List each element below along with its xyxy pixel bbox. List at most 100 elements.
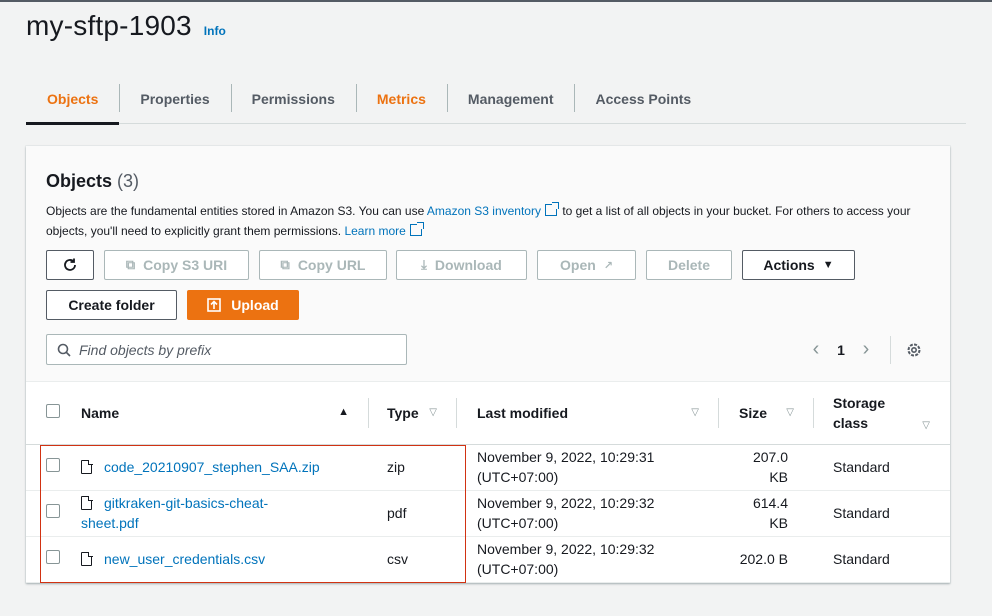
tab-management[interactable]: Management	[446, 74, 575, 124]
storage-class-cell: Standard	[814, 444, 950, 491]
actions-label: Actions	[763, 257, 815, 273]
tab-objects[interactable]: Objects	[26, 74, 120, 125]
copy-url-button[interactable]: ⧉ Copy URL	[259, 250, 387, 280]
row-select-cell	[26, 490, 81, 537]
file-name-link[interactable]: code_20210907_stephen_SAA.zip	[104, 459, 320, 475]
copy-icon: ⧉	[125, 257, 136, 272]
column-size-label: Size	[739, 404, 768, 421]
modified-tz: (UTC+07:00)	[477, 515, 559, 531]
tab-permissions[interactable]: Permissions	[230, 74, 356, 124]
modified-date: November 9, 2022, 10:29:32	[477, 495, 655, 511]
column-type-label: Type	[387, 404, 419, 421]
tab-bar: Objects Properties Permissions Metrics M…	[26, 74, 966, 125]
size-value: 207.0	[752, 449, 788, 465]
modified-cell: November 9, 2022, 10:29:32 (UTC+07:00)	[457, 536, 719, 583]
size-unit: KB	[769, 515, 788, 531]
size-cell: 614.4 KB	[719, 490, 814, 537]
download-icon: ⤓	[421, 257, 427, 272]
description-text-1: Objects are the fundamental entities sto…	[46, 204, 427, 218]
file-name-link-wrap[interactable]: sheet.pdf	[81, 515, 139, 531]
row-checkbox[interactable]	[46, 458, 60, 472]
caret-down-icon: ▼	[822, 259, 834, 271]
search-box[interactable]	[46, 334, 407, 365]
name-cell: code_20210907_stephen_SAA.zip	[81, 444, 369, 491]
next-page-icon[interactable]: ›	[856, 338, 876, 361]
objects-description: Objects are the fundamental entities sto…	[46, 201, 916, 241]
external-link-icon	[409, 222, 424, 236]
modified-tz: (UTC+07:00)	[477, 469, 559, 485]
table-row[interactable]: new_user_credentials.csv csv November 9,…	[26, 536, 950, 583]
tab-metrics[interactable]: Metrics	[355, 74, 447, 124]
tab-properties[interactable]: Properties	[119, 74, 230, 124]
objects-heading-text: Objects	[46, 171, 113, 191]
refresh-button[interactable]	[46, 250, 94, 280]
page-title: my-sftp-1903	[26, 10, 192, 41]
download-button[interactable]: ⤓ Download	[396, 250, 527, 280]
select-all-cell	[26, 382, 81, 445]
info-link[interactable]: Info	[204, 24, 226, 38]
size-cell: 207.0 KB	[719, 444, 814, 491]
column-storage-class-label-1: Storage	[833, 394, 886, 411]
objects-table: Name ▲ Type ▽ Last modified ▽ Size ▽ Sto…	[26, 382, 950, 583]
open-button[interactable]: Open ↗	[537, 250, 636, 280]
current-page[interactable]: 1	[826, 342, 856, 358]
column-type[interactable]: Type ▽	[369, 382, 457, 445]
file-icon	[81, 459, 93, 474]
objects-count: (3)	[117, 171, 140, 191]
size-cell: 202.0 B	[719, 536, 814, 583]
file-name-link[interactable]: gitkraken-git-basics-cheat-	[104, 495, 268, 511]
column-storage-class-label-2: class	[833, 414, 869, 431]
column-last-modified-label: Last modified	[477, 404, 569, 421]
table-row[interactable]: gitkraken-git-basics-cheat-sheet.pdf pdf…	[26, 490, 950, 537]
type-cell: csv	[369, 536, 457, 583]
select-all-checkbox[interactable]	[46, 404, 60, 419]
modified-date: November 9, 2022, 10:29:31	[477, 449, 655, 465]
size-value: 614.4	[752, 495, 788, 511]
column-name[interactable]: Name ▲	[81, 382, 369, 445]
delete-button[interactable]: Delete	[646, 250, 732, 280]
download-label: Download	[434, 257, 502, 273]
copy-url-label: Copy URL	[297, 257, 366, 273]
sort-asc-icon[interactable]: ▲	[338, 406, 349, 418]
table-row[interactable]: code_20210907_stephen_SAA.zip zip Novemb…	[26, 444, 950, 491]
refresh-icon	[64, 258, 76, 271]
objects-panel: Objects (3) Objects are the fundamental …	[26, 146, 950, 583]
search-input[interactable]	[79, 341, 379, 358]
row-select-cell	[26, 444, 81, 491]
upload-button[interactable]: Upload	[187, 290, 299, 320]
name-cell: gitkraken-git-basics-cheat-sheet.pdf	[81, 490, 369, 537]
column-size[interactable]: Size ▽	[719, 382, 814, 445]
type-cell: pdf	[369, 490, 457, 537]
external-link-icon	[544, 202, 559, 216]
row-select-cell	[26, 536, 81, 583]
objects-panel-header: Objects (3) Objects are the fundamental …	[26, 146, 950, 382]
create-folder-label: Create folder	[68, 297, 155, 313]
learn-more-link[interactable]: Learn more	[344, 224, 405, 238]
copy-s3-uri-button[interactable]: ⧉ Copy S3 URI	[104, 250, 249, 280]
file-name-link[interactable]: new_user_credentials.csv	[104, 551, 265, 567]
row-checkbox[interactable]	[46, 550, 60, 564]
row-checkbox[interactable]	[46, 504, 60, 518]
column-last-modified[interactable]: Last modified ▽	[457, 382, 719, 445]
size-unit: KB	[769, 469, 788, 485]
pagination: ‹ 1 ›	[806, 334, 936, 365]
external-link-icon: ↗	[603, 259, 613, 272]
gear-icon[interactable]	[905, 341, 923, 359]
table-header-row: Name ▲ Type ▽ Last modified ▽ Size ▽ Sto…	[26, 382, 950, 445]
actions-dropdown[interactable]: Actions ▼	[742, 250, 855, 280]
page-header: my-sftp-1903 Info	[26, 10, 226, 42]
modified-cell: November 9, 2022, 10:29:31 (UTC+07:00)	[457, 444, 719, 491]
sort-icon[interactable]: ▽	[786, 407, 794, 418]
tab-access-points[interactable]: Access Points	[574, 74, 712, 124]
upload-label: Upload	[231, 297, 279, 313]
inventory-link[interactable]: Amazon S3 inventory	[427, 204, 541, 218]
sort-icon[interactable]: ▽	[429, 407, 437, 418]
prev-page-icon[interactable]: ‹	[806, 338, 826, 361]
create-folder-button[interactable]: Create folder	[46, 290, 177, 320]
sort-icon[interactable]: ▽	[922, 416, 930, 436]
sort-icon[interactable]: ▽	[691, 407, 699, 418]
size-value: 202.0 B	[739, 551, 788, 567]
objects-heading: Objects (3)	[46, 171, 139, 192]
column-storage-class[interactable]: Storage class ▽	[814, 382, 950, 445]
modified-tz: (UTC+07:00)	[477, 561, 559, 577]
